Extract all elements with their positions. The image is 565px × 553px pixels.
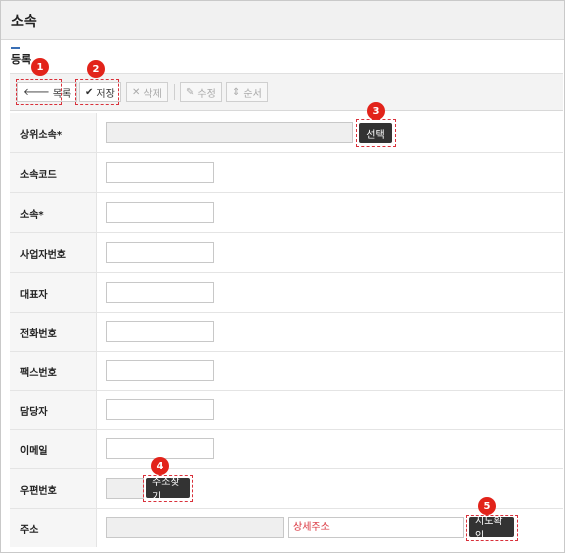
fax-label: 팩스번호: [20, 368, 57, 379]
zip-input[interactable]: [106, 478, 144, 499]
required-mark: *: [56, 130, 63, 141]
form-row-name: 소속*: [10, 193, 563, 233]
parent-input[interactable]: [106, 122, 353, 143]
row-label-cell: 팩스번호: [10, 352, 97, 390]
section-subtitle: 등록: [11, 53, 32, 66]
ceo-input[interactable]: [106, 282, 214, 303]
window-frame: 소속 등록 🡐 목록 ✔ 저장 ✕ 삭제 ✎ 수정 ⇕ 순서 1 2 상위소속*…: [0, 0, 565, 553]
row-label-cell: 사업자번호: [10, 233, 97, 272]
highlight-list: [16, 79, 62, 105]
form-row-fax: 팩스번호: [10, 352, 563, 391]
edit-button-label: 수정: [197, 88, 216, 100]
parent-label: 상위소속: [20, 130, 57, 141]
manager-input[interactable]: [106, 399, 214, 420]
callout-badge-3: 3: [367, 102, 385, 120]
row-label-cell: 전화번호: [10, 313, 97, 351]
detail-address-input[interactable]: 상세주소: [288, 517, 464, 538]
code-input[interactable]: [106, 162, 214, 183]
required-mark: *: [38, 210, 44, 221]
edit-button[interactable]: ✎ 수정: [180, 82, 222, 102]
order-button[interactable]: ⇕ 순서: [226, 82, 268, 102]
form-row-code: 소속코드: [10, 153, 563, 193]
toolbar-divider: [174, 84, 175, 100]
phone-input[interactable]: [106, 321, 214, 342]
sort-arrows-icon: ⇕: [232, 86, 241, 98]
delete-button[interactable]: ✕ 삭제: [126, 82, 168, 102]
fax-input[interactable]: [106, 360, 214, 381]
phone-label: 전화번호: [20, 329, 57, 340]
callout-badge-2: 2: [87, 60, 105, 78]
highlight-save: [75, 79, 119, 105]
biz-input[interactable]: [106, 242, 214, 263]
form-row-manager: 담당자: [10, 391, 563, 430]
row-label-cell: 소속코드: [10, 153, 97, 192]
address-label: 주소: [20, 525, 39, 536]
row-label-cell: 대표자: [10, 273, 97, 312]
page-title: 소속: [11, 14, 37, 30]
name-label-wrap: 소속*: [20, 206, 44, 221]
name-input[interactable]: [106, 202, 214, 223]
email-label: 이메일: [20, 446, 48, 457]
row-label-cell: 상위소속*: [10, 113, 97, 152]
form-row-parent: 상위소속* 선택: [10, 113, 563, 153]
row-label-cell: 담당자: [10, 391, 97, 429]
name-label: 소속: [20, 210, 39, 221]
manager-label: 담당자: [20, 407, 48, 418]
highlight-map-check: [466, 515, 518, 541]
form-row-email: 이메일: [10, 430, 563, 469]
zip-label: 우편번호: [20, 486, 57, 497]
highlight-find-address: [143, 475, 193, 502]
form-row-phone: 전화번호: [10, 313, 563, 352]
callout-badge-5: 5: [478, 497, 496, 515]
biz-label: 사업자번호: [20, 250, 66, 261]
row-label-cell: 주소: [10, 509, 97, 547]
form-row-biz: 사업자번호: [10, 233, 563, 273]
address-input[interactable]: [106, 517, 284, 538]
row-label-cell: 우편번호: [10, 469, 97, 508]
form-row-ceo: 대표자: [10, 273, 563, 313]
code-label: 소속코드: [20, 170, 57, 181]
ceo-label: 대표자: [20, 290, 48, 301]
order-button-label: 순서: [243, 88, 262, 100]
callout-badge-1: 1: [31, 58, 49, 76]
pencil-icon: ✎: [186, 86, 195, 98]
callout-badge-4: 4: [151, 457, 169, 475]
subtitle-accent-bar: [11, 47, 20, 49]
delete-button-label: 삭제: [143, 88, 162, 100]
email-input[interactable]: [106, 438, 214, 459]
row-label-cell: 소속*: [10, 193, 97, 232]
row-label-cell: 이메일: [10, 430, 97, 468]
page-header: 소속: [1, 1, 564, 40]
highlight-select: [356, 119, 396, 147]
parent-label-wrap: 상위소속*: [20, 126, 62, 141]
x-icon: ✕: [132, 86, 141, 98]
